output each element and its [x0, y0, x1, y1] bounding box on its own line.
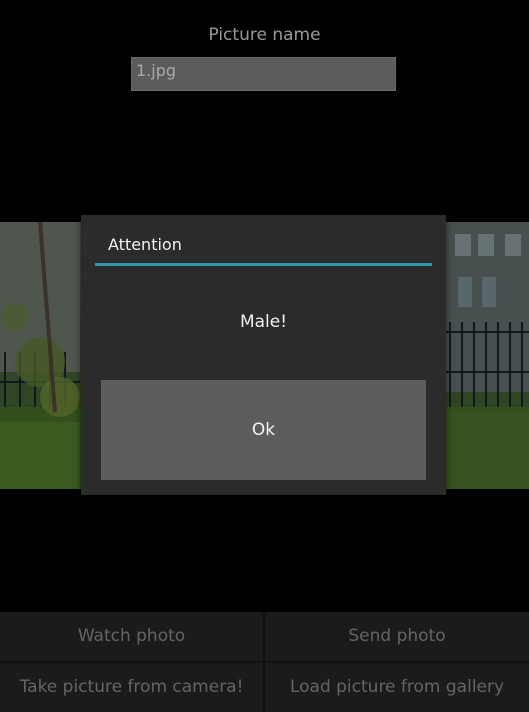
ok-button[interactable]: Ok: [101, 380, 426, 480]
dialog-title-divider: [95, 263, 432, 266]
dialog-title: Attention: [108, 235, 182, 254]
attention-dialog: Attention Male! Ok: [81, 215, 446, 495]
dialog-message: Male!: [239, 312, 288, 332]
